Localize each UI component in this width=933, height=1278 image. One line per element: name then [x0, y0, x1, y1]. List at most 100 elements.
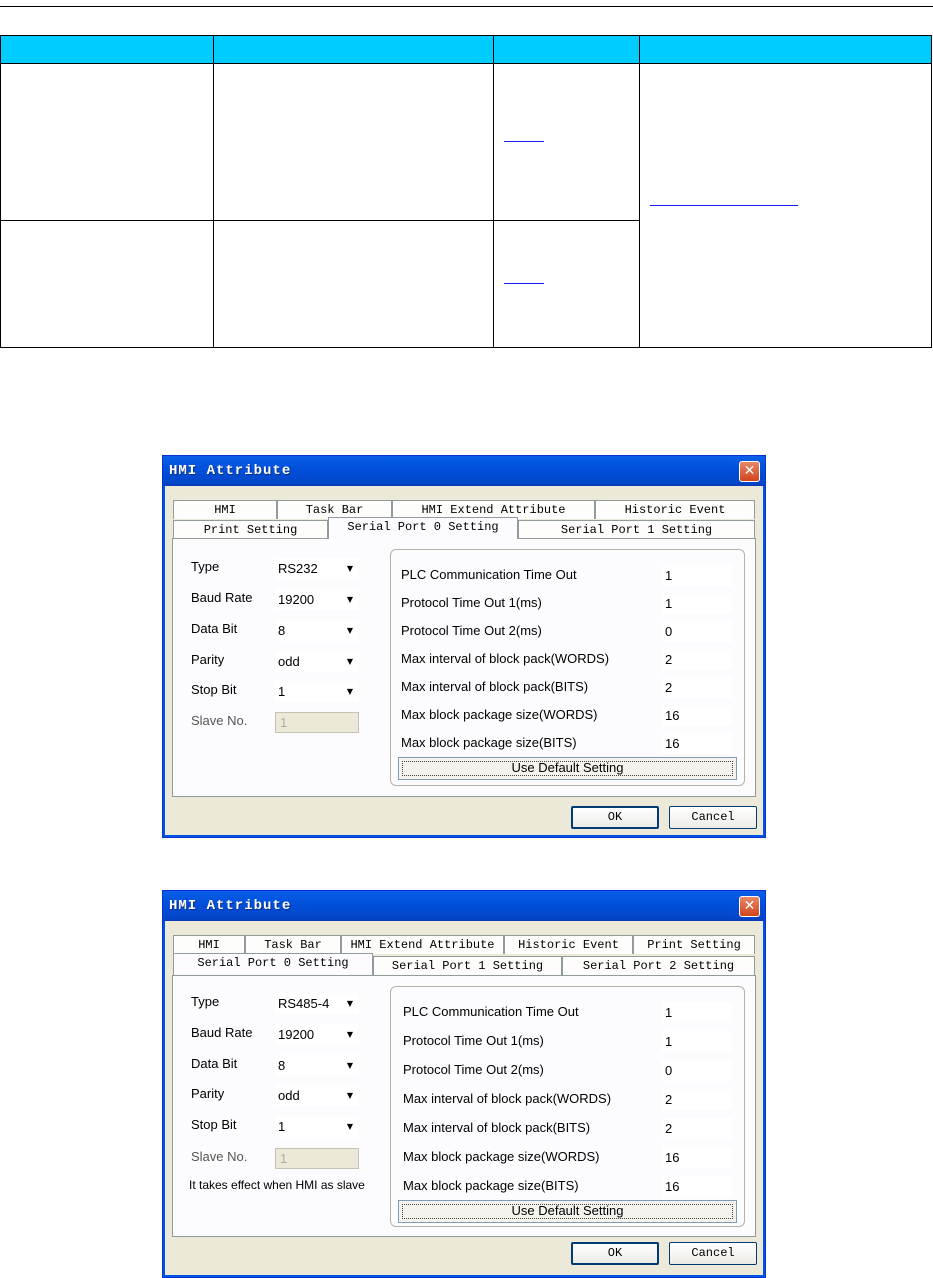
tab-task-bar[interactable]: Task Bar [245, 935, 341, 954]
param-value: 0 [665, 624, 673, 639]
param-input[interactable]: 16 [662, 1176, 732, 1197]
tab-hmi[interactable]: HMI [173, 500, 277, 519]
tab-serial-port-2-setting[interactable]: Serial Port 2 Setting [562, 956, 755, 975]
param-value: 16 [665, 708, 680, 723]
stop-bit-select[interactable]: 1 ▼ [275, 1116, 359, 1137]
param-label: Protocol Time Out 2(ms) [401, 623, 542, 638]
dropdown-arrow-icon[interactable]: ▼ [341, 558, 359, 579]
param-input[interactable]: 1 [662, 593, 732, 614]
tab-print-setting[interactable]: Print Setting [633, 935, 755, 954]
param-input[interactable]: 1 [662, 1031, 732, 1052]
close-icon[interactable]: ✕ [739, 896, 760, 917]
param-input[interactable]: 2 [662, 1118, 732, 1139]
tab-hmi-extend-attribute[interactable]: HMI Extend Attribute [341, 935, 504, 954]
hmi-attribute-dialog-1: HMI Attribute ✕ HMI Task Bar HMI Extend … [162, 455, 766, 838]
param-label: Max block package size(BITS) [401, 735, 577, 750]
param-value: 2 [665, 680, 673, 695]
param-label: Max interval of block pack(BITS) [403, 1120, 591, 1135]
timing-group: PLC Communication Time Out 1 Protocol Ti… [390, 549, 745, 786]
dropdown-arrow-icon[interactable]: ▼ [341, 1055, 359, 1076]
ok-button[interactable]: OK [571, 1242, 659, 1265]
parity-select[interactable]: odd ▼ [275, 1085, 359, 1106]
param-label: Max interval of block pack(WORDS) [401, 651, 610, 666]
param-value: 1 [665, 1005, 673, 1020]
dropdown-arrow-icon[interactable]: ▼ [341, 620, 359, 641]
tab-historic-event[interactable]: Historic Event [504, 935, 633, 954]
table-link[interactable] [504, 283, 544, 285]
use-default-setting-button[interactable]: Use Default Setting [398, 757, 737, 780]
type-select[interactable]: RS485-4 ▼ [275, 993, 359, 1014]
param-label: PLC Communication Time Out [403, 1004, 579, 1019]
data-bit-value: 8 [278, 623, 286, 638]
table-cell [213, 63, 494, 221]
slave-no-value: 1 [280, 715, 288, 730]
header-rule [0, 6, 933, 7]
table-cell [493, 63, 640, 221]
stop-bit-select[interactable]: 1 ▼ [275, 681, 359, 702]
dropdown-arrow-icon[interactable]: ▼ [341, 681, 359, 702]
param-input[interactable]: 16 [662, 705, 732, 726]
stop-bit-label: Stop Bit [191, 1117, 237, 1132]
param-value: 16 [665, 1150, 680, 1165]
dropdown-arrow-icon[interactable]: ▼ [341, 651, 359, 672]
baud-rate-label: Baud Rate [191, 1025, 253, 1040]
type-label: Type [191, 994, 220, 1009]
type-select[interactable]: RS232 ▼ [275, 558, 359, 579]
param-label: Max block package size(WORDS) [401, 707, 598, 722]
param-input[interactable]: 0 [662, 1060, 732, 1081]
param-label: PLC Communication Time Out [401, 567, 577, 582]
tab-historic-event[interactable]: Historic Event [595, 500, 755, 519]
table-link[interactable] [650, 204, 798, 206]
dropdown-arrow-icon[interactable]: ▼ [341, 1085, 359, 1106]
baud-rate-select[interactable]: 19200 ▼ [275, 1024, 359, 1045]
dropdown-arrow-icon[interactable]: ▼ [341, 1116, 359, 1137]
dialog-title: HMI Attribute [169, 463, 292, 479]
close-icon[interactable]: ✕ [739, 461, 760, 482]
param-input[interactable]: 1 [662, 565, 732, 586]
parity-select[interactable]: odd ▼ [275, 651, 359, 672]
dialog-titlebar: HMI Attribute ✕ [163, 891, 765, 921]
tab-print-setting[interactable]: Print Setting [173, 520, 328, 539]
tab-serial-port-1-setting[interactable]: Serial Port 1 Setting [373, 956, 562, 975]
table-header-cell [0, 34, 214, 65]
data-bit-select[interactable]: 8 ▼ [275, 1055, 359, 1076]
parity-label: Parity [191, 1086, 225, 1101]
table-link[interactable] [504, 141, 544, 143]
tab-serial-port-0-setting[interactable]: Serial Port 0 Setting [173, 953, 373, 975]
stop-bit-label: Stop Bit [191, 682, 237, 697]
tab-serial-port-0-setting[interactable]: Serial Port 0 Setting [328, 517, 518, 539]
cancel-button[interactable]: Cancel [669, 1242, 757, 1265]
baud-rate-value: 19200 [278, 1027, 315, 1042]
slave-note: It takes effect when HMI as slave [189, 1178, 365, 1192]
param-input[interactable]: 2 [662, 677, 732, 698]
hmi-attribute-dialog-2: HMI Attribute ✕ HMI Task Bar HMI Extend … [162, 890, 766, 1278]
param-input[interactable]: 2 [662, 1089, 732, 1110]
baud-rate-select[interactable]: 19200 ▼ [275, 589, 359, 610]
table-header-cell [493, 34, 640, 65]
cancel-button[interactable]: Cancel [669, 806, 757, 829]
tab-serial-port-1-setting[interactable]: Serial Port 1 Setting [518, 520, 755, 539]
param-input[interactable]: 1 [662, 1002, 732, 1023]
data-bit-select[interactable]: 8 ▼ [275, 620, 359, 641]
use-default-setting-button[interactable]: Use Default Setting [398, 1200, 737, 1223]
data-bit-value: 8 [278, 1058, 286, 1073]
dropdown-arrow-icon[interactable]: ▼ [341, 1024, 359, 1045]
focus-outline [402, 1204, 733, 1219]
param-input[interactable]: 2 [662, 649, 732, 670]
table-cell [213, 219, 494, 349]
spec-table [0, 34, 932, 349]
param-value: 16 [665, 1179, 680, 1194]
param-input[interactable]: 16 [662, 733, 732, 754]
param-input[interactable]: 0 [662, 621, 732, 642]
param-value: 2 [665, 1092, 673, 1107]
param-label: Protocol Time Out 2(ms) [403, 1062, 544, 1077]
baud-rate-value: 19200 [278, 592, 315, 607]
dropdown-arrow-icon[interactable]: ▼ [341, 993, 359, 1014]
dropdown-arrow-icon[interactable]: ▼ [341, 589, 359, 610]
tab-hmi[interactable]: HMI [173, 935, 245, 954]
ok-button[interactable]: OK [571, 806, 659, 829]
table-header-cell [213, 34, 494, 65]
table-cell [0, 63, 214, 221]
param-input[interactable]: 16 [662, 1147, 732, 1168]
slave-no-input: 1 [275, 712, 359, 733]
